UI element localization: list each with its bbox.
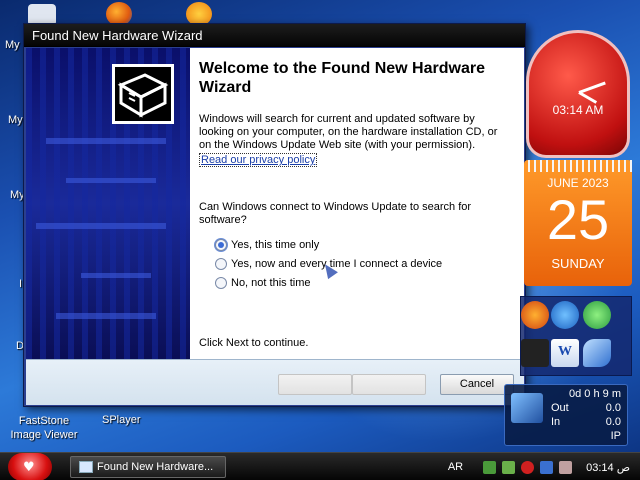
wizard-title: Found New Hardware Wizard (32, 28, 203, 43)
word-letter: W (558, 344, 572, 359)
close-tray-icon[interactable] (521, 460, 535, 474)
wizard-heading: Welcome to the Found New Hardware Wizard (199, 60, 485, 96)
update-tray-icon[interactable] (540, 460, 554, 474)
net-in-row: In 0.0 (551, 416, 621, 428)
clock-gadget[interactable]: 03:14 AM (526, 30, 630, 158)
language-indicator[interactable]: AR (448, 461, 463, 473)
quill-icon[interactable] (583, 339, 611, 367)
wizard-intro-text: Windows will search for current and upda… (199, 113, 498, 151)
net-ip-row: IP (551, 430, 621, 442)
back-button[interactable] (278, 374, 352, 395)
desktop-label-2[interactable]: My (8, 114, 23, 126)
word-icon[interactable]: W (551, 339, 579, 367)
taskbar-wizard-button[interactable]: Found New Hardware... (70, 456, 226, 478)
net-out-label: Out (551, 402, 569, 414)
desktop-label-1[interactable]: My (5, 39, 20, 51)
calendar-gadget[interactable]: JUNE 2023 25 SUNDAY (524, 160, 632, 286)
wizard-question: Can Windows connect to Windows Update to… (199, 201, 472, 226)
taskbar: ♥ Found New Hardware... AR 03:14 ص (0, 452, 640, 480)
hardware-wizard-window: Found New Hardware Wizard Welcome to the… (23, 23, 526, 407)
banner-stripe (81, 273, 151, 278)
start-button[interactable]: ♥ (8, 453, 52, 480)
messenger-icon[interactable] (583, 301, 611, 329)
tray-clock[interactable]: 03:14 ص (586, 461, 630, 474)
faststone-label-line2: Image Viewer (10, 429, 78, 441)
net-ip-label: IP (610, 430, 621, 442)
option-label: Yes, now and every time I connect a devi… (231, 258, 443, 270)
faststone-label[interactable]: FastStone Image Viewer (6, 414, 82, 442)
banner-stripe (46, 138, 166, 144)
wizard-titlebar[interactable]: Found New Hardware Wizard (24, 24, 525, 47)
net-uptime: 0d 0 h 9 m (569, 388, 621, 400)
banner-stripe (56, 313, 156, 319)
taskbar-wizard-label: Found New Hardware... (97, 461, 214, 473)
wizard-side-banner (26, 48, 190, 359)
network-icon (511, 393, 543, 423)
calendar-day: 25 (546, 188, 610, 251)
faststone-label-line1: FastStone (18, 415, 70, 427)
quick-launch-gadget: W (520, 296, 632, 376)
banner-stripe (36, 223, 166, 229)
volume-tray-icon[interactable] (559, 460, 573, 474)
radio-no[interactable] (215, 277, 227, 289)
system-tray: AR 03:14 ص (448, 453, 640, 480)
banner-stripe (66, 178, 156, 183)
calendar-rings (524, 160, 632, 172)
radio-yes-every-time[interactable] (215, 258, 227, 270)
window-icon (79, 461, 93, 473)
security-tray-icon[interactable] (502, 460, 516, 474)
radio-yes-this-time[interactable] (215, 239, 227, 251)
hardware-icon (112, 64, 174, 124)
thunderbird-icon[interactable] (551, 301, 579, 329)
calendar-weekday: SUNDAY (551, 256, 605, 271)
option-no[interactable]: No, not this time (215, 277, 310, 289)
net-in-label: In (551, 416, 561, 428)
next-button[interactable] (352, 374, 426, 395)
option-label: No, not this time (231, 277, 311, 289)
firefox-icon[interactable] (521, 301, 549, 329)
network-meter-gadget[interactable]: 0d 0 h 9 m Out 0.0 In 0.0 IP (504, 384, 628, 446)
network-tray-icon[interactable] (483, 460, 497, 474)
clock-hour-hand (578, 91, 598, 104)
privacy-policy-link[interactable]: Read our privacy policy (199, 153, 318, 167)
wizard-button-bar: Cancel (26, 359, 524, 405)
app-icon[interactable] (521, 339, 549, 367)
desktop-label-4[interactable]: I (19, 278, 22, 290)
net-out-value: 0.0 (605, 402, 621, 414)
heart-icon: ♥ (23, 460, 35, 475)
net-out-row: Out 0.0 (551, 402, 621, 414)
cancel-button[interactable]: Cancel (440, 374, 514, 395)
option-yes-this-time[interactable]: Yes, this time only (215, 239, 319, 251)
wizard-content: Welcome to the Found New Hardware Wizard… (190, 48, 524, 359)
option-label: Yes, this time only (231, 239, 320, 251)
splayer-label[interactable]: SPlayer (102, 414, 141, 426)
net-in-value: 0.0 (605, 416, 621, 428)
privacy-link-row: Read our privacy policy (199, 153, 509, 167)
clock-time: 03:14 AM (552, 103, 604, 117)
continue-instruction: Click Next to continue. (199, 337, 309, 349)
